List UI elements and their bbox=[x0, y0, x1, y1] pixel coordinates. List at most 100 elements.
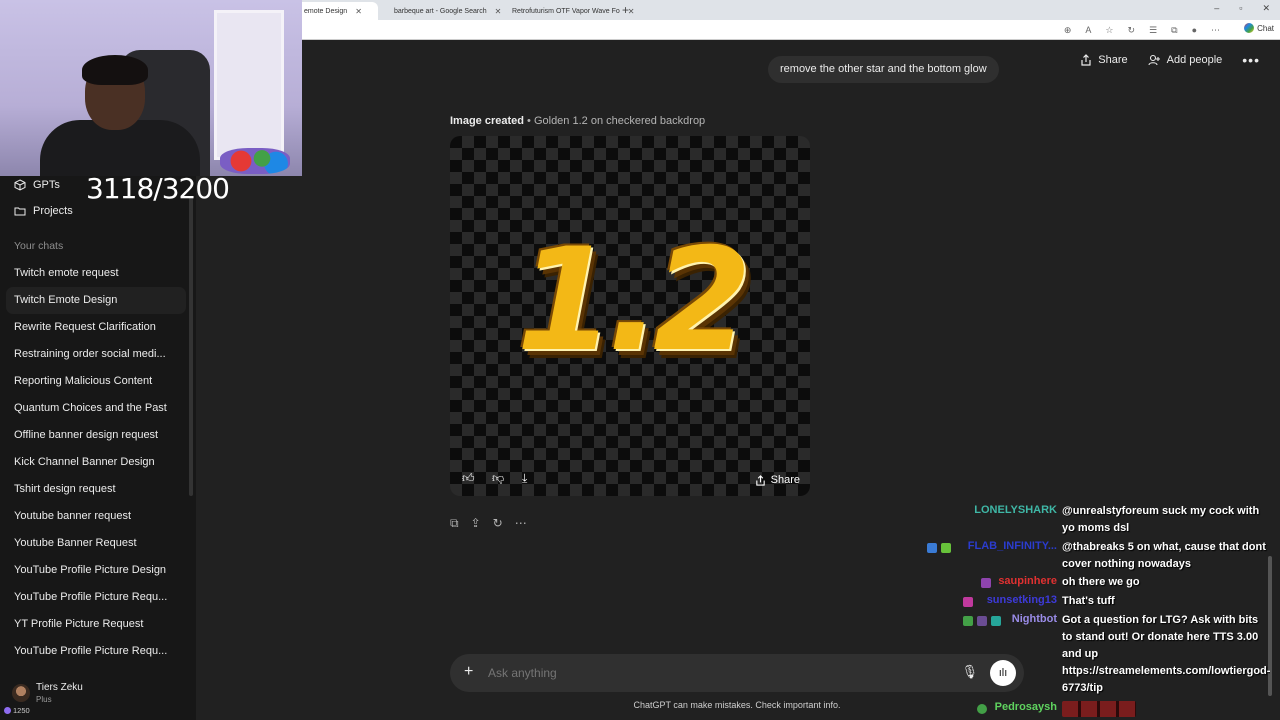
prompt-input[interactable] bbox=[488, 666, 928, 680]
chat-message: oh there we go bbox=[1062, 576, 1140, 588]
image-share-button[interactable]: Share bbox=[755, 474, 800, 486]
chat-username: Nightbot bbox=[1011, 613, 1057, 625]
channel-points-icon bbox=[4, 707, 11, 714]
webcam-overlay bbox=[0, 0, 302, 176]
chat-history-item[interactable]: Offline banner design request bbox=[6, 422, 186, 449]
favorite-star-icon[interactable]: ☆ bbox=[1105, 25, 1113, 36]
download-icon[interactable]: ⤓ bbox=[522, 471, 527, 486]
refresh-icon[interactable]: ↻ bbox=[1128, 25, 1136, 36]
channel-points: 1250 bbox=[4, 706, 30, 715]
chat-username: LONELYSHARK bbox=[974, 504, 1057, 516]
chat-history-item[interactable]: Restraining order social medi... bbox=[6, 341, 186, 368]
tab-close-icon[interactable]: ✕ bbox=[355, 7, 362, 16]
stream-chat-overlay: LONELYSHARK @unrealstyforeum suck my coc… bbox=[900, 504, 1270, 720]
add-people-label: Add people bbox=[1166, 54, 1223, 66]
chat-message: @thabreaks 5 on what, cause that dont co… bbox=[1062, 541, 1266, 570]
image-created-label: Image created bbox=[450, 115, 524, 127]
chat-header-actions: Share Add people ••• bbox=[1080, 52, 1260, 68]
chat-history-list: Twitch emote request Twitch Emote Design… bbox=[6, 260, 186, 665]
sidebar: GPTs Projects Your chats Twitch emote re… bbox=[0, 176, 196, 720]
new-tab-button[interactable]: + bbox=[622, 3, 629, 17]
chat-history-item-active[interactable]: Twitch Emote Design bbox=[6, 287, 186, 314]
copilot-chip[interactable]: Chat bbox=[1244, 23, 1274, 33]
chat-history-item[interactable]: YouTube Profile Picture Requ... bbox=[6, 638, 186, 665]
copilot-label: Chat bbox=[1257, 23, 1274, 33]
favorites-icon[interactable]: ☰ bbox=[1149, 25, 1157, 36]
chat-history-item[interactable]: YouTube Profile Picture Design bbox=[6, 557, 186, 584]
browser-tab-font[interactable]: Retrofuturism OTF Vapor Wave Fo ✕ bbox=[500, 2, 634, 20]
chat-history-item[interactable]: YT Profile Picture Request bbox=[6, 611, 186, 638]
share-label: Share bbox=[1098, 54, 1128, 66]
chat-history-item[interactable]: Twitch emote request bbox=[6, 260, 186, 287]
copy-icon[interactable]: ⧉ bbox=[450, 516, 459, 531]
webcam-plush-toy bbox=[220, 148, 290, 174]
your-chats-heading: Your chats bbox=[14, 240, 64, 252]
chat-message: @unrealstyforeum suck my cock with yo mo… bbox=[1062, 505, 1260, 534]
chat-username: FLAB_INFINITY... bbox=[967, 540, 1057, 552]
avatar bbox=[12, 684, 30, 702]
share-button[interactable]: Share bbox=[1080, 54, 1128, 66]
minimize-icon[interactable]: – bbox=[1214, 3, 1219, 14]
chat-history-item[interactable]: Tshirt design request bbox=[6, 476, 186, 503]
chat-message: That's tuff bbox=[1062, 595, 1115, 607]
chat-username: sunsetking13 bbox=[986, 594, 1057, 606]
window-controls: – ▫ ✕ bbox=[1214, 3, 1270, 14]
share-icon bbox=[755, 474, 765, 486]
zoom-icon[interactable]: ⊕ bbox=[1064, 25, 1072, 36]
tab-label: emote Design bbox=[304, 7, 348, 15]
extensions-icon[interactable]: ⧉ bbox=[1171, 25, 1177, 36]
cube-icon bbox=[14, 179, 26, 191]
regenerate-icon[interactable]: ↻ bbox=[493, 516, 503, 531]
sidebar-item-gpts[interactable]: GPTs bbox=[14, 179, 60, 191]
menu-dots-icon[interactable]: ⋯ bbox=[1211, 25, 1220, 36]
user-plan: Plus bbox=[36, 695, 52, 704]
chat-history-item[interactable]: Reporting Malicious Content bbox=[6, 368, 186, 395]
read-aloud-icon[interactable]: A bbox=[1085, 25, 1091, 36]
generated-image[interactable]: 1.2 👍︎ 👎︎ ⤓ Share bbox=[450, 136, 810, 496]
image-action-bar: 👍︎ 👎︎ ⤓ Share bbox=[450, 460, 810, 496]
add-person-icon bbox=[1148, 54, 1160, 66]
user-account-button[interactable]: Tiers Zeku Plus bbox=[12, 682, 83, 704]
add-people-button[interactable]: Add people bbox=[1148, 54, 1223, 66]
webcam-person-hair bbox=[82, 55, 148, 85]
user-message-bubble: remove the other star and the bottom glo… bbox=[768, 56, 999, 83]
webcam-door bbox=[214, 10, 284, 160]
browser-tab-google[interactable]: barbeque art - Google Search ✕ bbox=[382, 2, 501, 20]
folder-icon bbox=[14, 207, 26, 216]
image-share-label: Share bbox=[770, 474, 800, 486]
more-actions-icon[interactable]: ⋯ bbox=[515, 516, 527, 531]
stream-goal-counter: 3118/3200 bbox=[86, 172, 230, 205]
image-description: • Golden 1.2 on checkered backdrop bbox=[523, 115, 706, 127]
chat-history-item[interactable]: Youtube Banner Request bbox=[6, 530, 186, 557]
image-created-caption: Image created • Golden 1.2 on checkered … bbox=[450, 115, 705, 127]
thumbs-down-icon[interactable]: 👎︎ bbox=[492, 471, 504, 486]
chat-history-item[interactable]: Quantum Choices and the Past bbox=[6, 395, 186, 422]
chat-emotes-icon bbox=[1062, 701, 1136, 717]
sidebar-scrollbar[interactable] bbox=[189, 196, 193, 496]
attach-plus-icon[interactable]: + bbox=[464, 663, 473, 681]
close-window-icon[interactable]: ✕ bbox=[1262, 3, 1270, 14]
sidebar-item-label: Projects bbox=[33, 205, 73, 217]
chat-history-item[interactable]: Youtube banner request bbox=[6, 503, 186, 530]
channel-points-value: 1250 bbox=[13, 706, 30, 715]
browser-tab-active[interactable]: emote Design ✕ bbox=[296, 2, 378, 20]
copilot-icon bbox=[1244, 23, 1255, 33]
profile-icon[interactable]: ● bbox=[1192, 25, 1197, 36]
share-icon bbox=[1081, 54, 1091, 66]
user-name: Tiers Zeku bbox=[36, 682, 83, 693]
tab-label: barbeque art - Google Search bbox=[394, 7, 487, 15]
chat-history-item[interactable]: YouTube Profile Picture Requ... bbox=[6, 584, 186, 611]
chat-username: saupinhere bbox=[998, 575, 1057, 587]
sidebar-item-projects[interactable]: Projects bbox=[14, 205, 73, 217]
chat-history-item[interactable]: Rewrite Request Clarification bbox=[6, 314, 186, 341]
emote-graphic-text: 1.2 bbox=[516, 218, 752, 383]
address-bar-icons: ⊕ A ☆ ↻ ☰ ⧉ ● ⋯ bbox=[1064, 25, 1220, 36]
chat-history-item[interactable]: Kick Channel Banner Design bbox=[6, 449, 186, 476]
tab-label: Retrofuturism OTF Vapor Wave Fo bbox=[512, 7, 620, 15]
thumbs-up-icon[interactable]: 👍︎ bbox=[462, 471, 475, 486]
share-message-icon[interactable]: ⇪ bbox=[471, 516, 481, 531]
maximize-icon[interactable]: ▫ bbox=[1239, 3, 1242, 14]
message-actions: ⧉ ⇪ ↻ ⋯ bbox=[450, 516, 527, 531]
more-options-icon[interactable]: ••• bbox=[1242, 52, 1260, 68]
sidebar-item-label: GPTs bbox=[33, 179, 60, 191]
